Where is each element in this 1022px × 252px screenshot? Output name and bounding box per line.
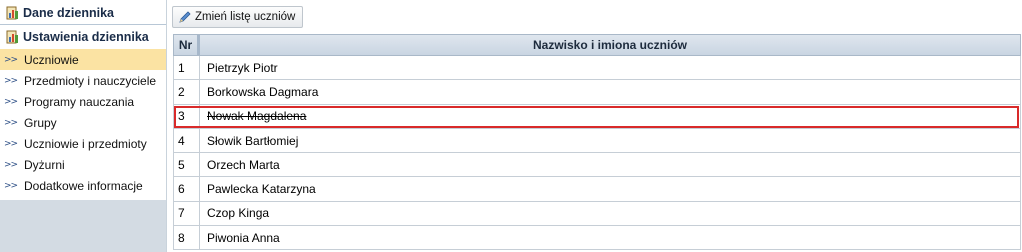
sidebar-menu: >> Uczniowie >> Przedmioty i nauczyciele… — [0, 49, 166, 196]
journal-chart-icon — [6, 30, 20, 44]
sidebar-section-title: Dane dziennika — [23, 6, 114, 20]
row-number: 7 — [174, 201, 200, 226]
table-row[interactable]: 5 Orzech Marta — [173, 153, 1021, 178]
sidebar: Dane dziennika Ustawienia dziennika >> U… — [0, 0, 166, 252]
table-row[interactable]: 8 Piwonia Anna — [173, 226, 1021, 251]
sidebar-item-label: Dodatkowe informacje — [24, 178, 143, 193]
double-chevron-right-icon: >> — [4, 54, 18, 65]
double-chevron-right-icon: >> — [4, 96, 18, 107]
sidebar-item-grupy[interactable]: >> Grupy — [0, 112, 166, 133]
student-name: Orzech Marta — [207, 157, 280, 172]
table-row-selected[interactable]: 3 Nowak Magdalena — [173, 104, 1021, 129]
sidebar-item-uczniowie-i-przedmioty[interactable]: >> Uczniowie i przedmioty — [0, 133, 166, 154]
row-number: 1 — [174, 56, 200, 80]
table-header: Nr Nazwisko i imiona uczniów — [173, 34, 1021, 56]
row-number: 6 — [174, 177, 200, 201]
sidebar-item-label: Uczniowie — [24, 52, 79, 67]
student-name: Pawlecka Katarzyna — [207, 182, 316, 197]
student-name: Borkowska Dagmara — [207, 84, 319, 99]
row-number: 8 — [174, 226, 200, 250]
student-name: Pietrzyk Piotr — [207, 60, 278, 75]
panel-divider — [166, 0, 167, 252]
student-name: Piwonia Anna — [207, 230, 280, 245]
table-row[interactable]: 7 Czop Kinga — [173, 201, 1021, 227]
sidebar-item-programy-nauczania[interactable]: >> Programy nauczania — [0, 91, 166, 112]
column-header-nr[interactable]: Nr — [174, 35, 200, 55]
row-number: 2 — [174, 80, 200, 104]
double-chevron-right-icon: >> — [4, 117, 18, 128]
table-row[interactable]: 2 Borkowska Dagmara — [173, 80, 1021, 105]
sidebar-section-title: Ustawienia dziennika — [23, 30, 149, 44]
main-panel: Zmień listę uczniów Nr Nazwisko i imiona… — [166, 0, 1022, 252]
students-table: Nr Nazwisko i imiona uczniów 1 Pietrzyk … — [173, 34, 1021, 251]
double-chevron-right-icon: >> — [4, 159, 18, 170]
student-name: Czop Kinga — [207, 206, 270, 221]
sidebar-divider — [0, 24, 166, 25]
sidebar-item-label: Uczniowie i przedmioty — [24, 136, 147, 151]
table-row[interactable]: 1 Pietrzyk Piotr — [173, 56, 1021, 81]
edit-pencil-icon — [178, 10, 192, 24]
table-row[interactable]: 4 Słowik Bartłomiej — [173, 128, 1021, 154]
sidebar-item-dodatkowe-informacje[interactable]: >> Dodatkowe informacje — [0, 175, 166, 196]
journal-chart-icon — [6, 6, 20, 20]
student-name-struck: Nowak Magdalena — [207, 109, 307, 124]
double-chevron-right-icon: >> — [4, 138, 18, 149]
sidebar-section-ustawienia-dziennika[interactable]: Ustawienia dziennika — [0, 26, 166, 48]
row-number: 4 — [174, 128, 200, 153]
row-number: 3 — [174, 104, 200, 128]
sidebar-section-dane-dziennika[interactable]: Dane dziennika — [0, 2, 166, 24]
change-student-list-label: Zmień listę uczniów — [195, 11, 296, 23]
sidebar-item-uczniowie[interactable]: >> Uczniowie — [0, 49, 166, 70]
table-row[interactable]: 6 Pawlecka Katarzyna — [173, 177, 1021, 202]
row-number: 5 — [174, 153, 200, 177]
student-name: Słowik Bartłomiej — [207, 133, 299, 148]
sidebar-item-label: Dyżurni — [24, 157, 65, 172]
change-student-list-button[interactable]: Zmień listę uczniów — [172, 6, 304, 28]
sidebar-item-label: Grupy — [24, 115, 57, 130]
sidebar-item-przedmioty-i-nauczyciele[interactable]: >> Przedmioty i nauczyciele — [0, 70, 166, 91]
sidebar-item-label: Przedmioty i nauczyciele — [24, 73, 157, 88]
sidebar-empty-area — [0, 200, 166, 252]
sidebar-item-dyzurni[interactable]: >> Dyżurni — [0, 154, 166, 175]
sidebar-item-label: Programy nauczania — [24, 94, 135, 109]
double-chevron-right-icon: >> — [4, 180, 18, 191]
column-header-name[interactable]: Nazwisko i imiona uczniów — [200, 35, 1020, 55]
double-chevron-right-icon: >> — [4, 75, 18, 86]
